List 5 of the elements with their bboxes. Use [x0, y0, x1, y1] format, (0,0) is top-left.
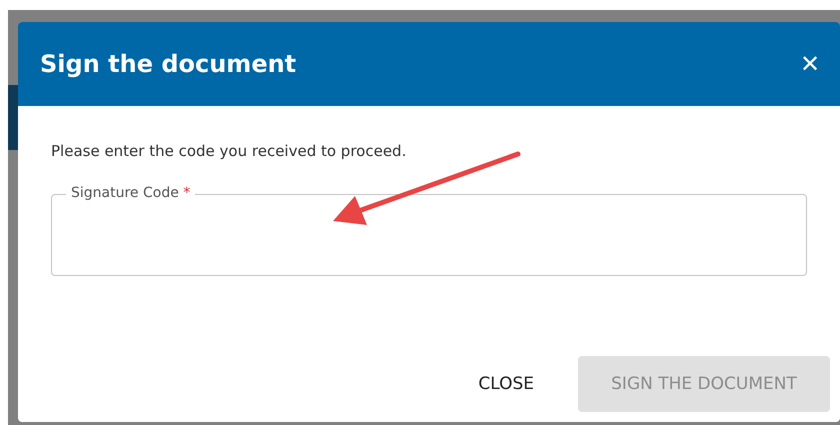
- close-button[interactable]: CLOSE: [454, 356, 558, 412]
- instruction-text: Please enter the code you received to proceed.: [51, 142, 408, 160]
- side-panel: [8, 85, 18, 150]
- field-label: Signature Code *: [66, 185, 196, 201]
- dialog-title: Sign the document: [40, 50, 296, 78]
